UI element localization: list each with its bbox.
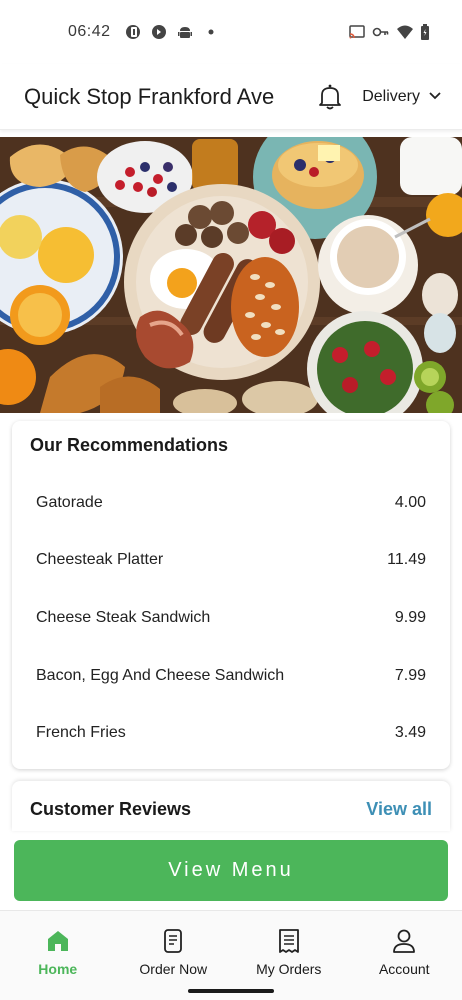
recommendations-list: Gatorade 4.00 Cheesteak Platter 11.49 Ch… (30, 474, 432, 762)
status-icons-left (125, 24, 219, 40)
android-icon (177, 24, 193, 40)
status-bar: 06:42 (0, 0, 462, 64)
bell-icon[interactable] (316, 82, 344, 112)
status-time: 06:42 (68, 23, 111, 40)
item-name: Cheese Steak Sandwich (36, 608, 211, 626)
delivery-selector[interactable]: Delivery (362, 88, 442, 106)
nav-item-order-now[interactable]: Order Now (116, 911, 232, 1000)
item-price: 11.49 (387, 551, 426, 569)
gesture-home-indicator[interactable] (188, 989, 274, 993)
recommendation-item[interactable]: French Fries 3.49 (30, 704, 432, 762)
item-name: French Fries (36, 724, 126, 742)
item-name: Gatorade (36, 493, 103, 511)
nav-label: Order Now (139, 961, 208, 977)
nav-item-my-orders[interactable]: My Orders (231, 911, 347, 1000)
home-icon (44, 927, 72, 955)
item-name: Bacon, Egg And Cheese Sandwich (36, 666, 285, 684)
recommendation-item[interactable]: Gatorade 4.00 (30, 474, 432, 532)
recommendations-card: Our Recommendations Gatorade 4.00 Cheest… (12, 421, 450, 769)
receipt-icon (275, 927, 303, 955)
recommendation-item[interactable]: Bacon, Egg And Cheese Sandwich 7.99 (30, 647, 432, 705)
nav-item-home[interactable]: Home (0, 911, 116, 1000)
dot-icon (203, 24, 219, 40)
shazam-icon (151, 24, 167, 40)
customer-reviews-title: Customer Reviews (30, 799, 192, 819)
battery-icon (420, 24, 436, 40)
item-price: 7.99 (394, 666, 426, 684)
item-name: Cheesteak Platter (36, 551, 164, 569)
pie-app-icon (125, 24, 141, 40)
view-menu-button[interactable]: View Menu (14, 840, 448, 901)
cast-icon (348, 24, 365, 40)
item-price: 3.49 (394, 724, 426, 742)
hero-breakfast-image (0, 137, 462, 413)
app-header: Quick Stop Frankford Ave Delivery (0, 64, 462, 130)
nav-label: Account (378, 961, 430, 977)
key-icon (372, 24, 389, 40)
view-all-link[interactable]: View all (366, 799, 432, 820)
nav-label: My Orders (256, 961, 322, 977)
wifi-icon (396, 24, 413, 40)
bottom-nav: Home Order Now My Orders Account (0, 910, 462, 1000)
nav-item-account[interactable]: Account (347, 911, 462, 1000)
account-icon (390, 927, 418, 955)
order-now-icon (159, 927, 187, 955)
recommendation-item[interactable]: Cheesteak Platter 11.49 (30, 532, 432, 590)
status-icons-right (348, 24, 436, 40)
recommendation-item[interactable]: Cheese Steak Sandwich 9.99 (30, 589, 432, 647)
customer-reviews-card: Customer Reviews View all (12, 781, 450, 831)
recommendations-title: Our Recommendations (30, 435, 229, 455)
store-name: Quick Stop Frankford Ave (24, 83, 275, 109)
item-price: 9.99 (394, 608, 426, 626)
chevron-down-icon (428, 88, 442, 106)
delivery-label: Delivery (362, 87, 420, 105)
nav-label: Home (38, 961, 78, 977)
item-price: 4.00 (394, 493, 426, 511)
